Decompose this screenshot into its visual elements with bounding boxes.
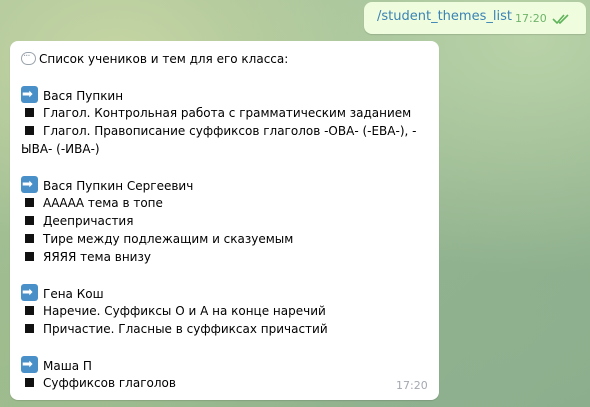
black-square-icon	[25, 378, 34, 387]
black-square-icon	[25, 252, 34, 261]
theme-text: ЯЯЯЯ тема внизу	[43, 250, 151, 264]
header-text: Список учеников и тем для его класса:	[39, 52, 289, 66]
student-name-row: Гена Кош	[21, 284, 431, 302]
black-square-icon	[25, 306, 34, 315]
student-name: Вася Пупкин Сергеевич	[43, 179, 194, 193]
theme-text: Тире между подлежащим и сказуемым	[43, 232, 294, 246]
student-name: Вася Пупкин	[43, 89, 124, 103]
incoming-message: Список учеников и тем для его класса: Ва…	[10, 41, 439, 400]
theme-text: Глагол. Контрольная работа с грамматичес…	[43, 106, 412, 120]
black-square-icon	[25, 126, 34, 135]
outgoing-message: /student_themes_list 17:20	[364, 2, 586, 34]
command-link[interactable]: /student_themes_list	[377, 9, 512, 24]
outgoing-time: 17:20	[515, 12, 547, 25]
theme-item: Глагол. Правописание суффиксов глаголов …	[21, 122, 431, 140]
arrow-right-icon	[21, 284, 38, 301]
theme-item-continued: ЫВА- (-ИВА-)	[21, 140, 431, 158]
black-square-icon	[25, 234, 34, 243]
black-square-icon	[25, 108, 34, 117]
student-name: Маша П	[43, 359, 92, 373]
theme-item: Причастие. Гласные в суффиксах причастий	[21, 320, 431, 338]
message-header: Список учеников и тем для его класса:	[21, 48, 431, 68]
arrow-right-icon	[21, 176, 38, 193]
theme-text: Суффиксов глаголов	[43, 376, 176, 390]
theme-text: ЫВА- (-ИВА-)	[21, 142, 100, 156]
theme-item: Глагол. Контрольная работа с грамматичес…	[21, 104, 431, 122]
student-name-row: Вася Пупкин	[21, 86, 431, 104]
theme-item: Деепричастия	[21, 212, 431, 230]
message-body: Список учеников и тем для его класса: Ва…	[21, 48, 431, 392]
student-name: Гена Кош	[43, 287, 104, 301]
theme-text: Наречие. Суффиксы О и А на конце наречий	[43, 304, 326, 318]
theme-text: Глагол. Правописание суффиксов глаголов …	[43, 124, 417, 138]
double-check-icon	[552, 14, 569, 25]
black-square-icon	[25, 198, 34, 207]
black-square-icon	[25, 324, 34, 333]
theme-text: Причастие. Гласные в суффиксах причастий	[43, 322, 328, 336]
theme-item: ААААА тема в топе	[21, 194, 431, 212]
theme-text: ААААА тема в топе	[43, 196, 163, 210]
student-name-row: Маша П	[21, 356, 431, 374]
theme-item: Наречие. Суффиксы О и А на конце наречий	[21, 302, 431, 320]
theme-item: ЯЯЯЯ тема внизу	[21, 248, 431, 266]
student-name-row: Вася Пупкин Сергеевич	[21, 176, 431, 194]
theme-text: Деепричастия	[43, 214, 134, 228]
black-square-icon	[25, 216, 34, 225]
theme-item: Тире между подлежащим и сказуемым	[21, 230, 431, 248]
theme-item: Суффиксов глаголов	[21, 374, 431, 392]
arrow-right-icon	[21, 86, 38, 103]
incoming-time: 17:20	[396, 379, 428, 392]
speech-bubble-icon	[21, 48, 36, 66]
arrow-right-icon	[21, 356, 38, 373]
